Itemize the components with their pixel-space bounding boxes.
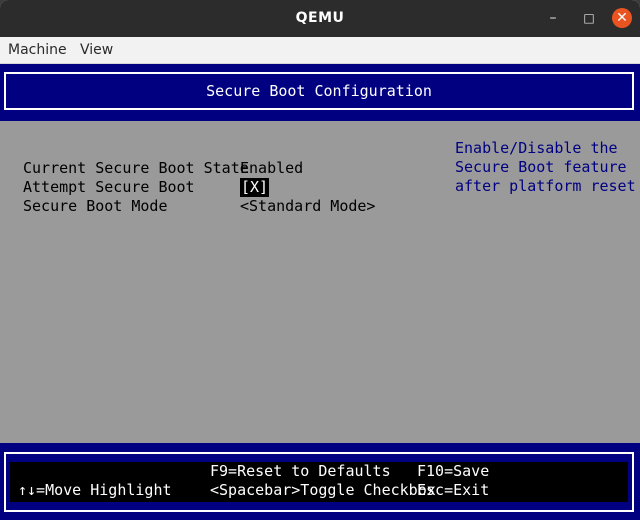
hint-save: F10=Save — [417, 462, 490, 480]
menu-machine[interactable]: Machine — [8, 37, 67, 63]
setting-label: Attempt Secure Boot — [23, 178, 195, 196]
menu-view[interactable]: View — [80, 37, 113, 63]
setting-label: Current Secure Boot State — [23, 159, 249, 177]
title-bar[interactable]: QEMU – □ ✕ — [0, 0, 640, 37]
hint-toggle-checkbox: <Spacebar>Toggle Checkbox — [210, 481, 436, 499]
setting-label: Secure Boot Mode — [23, 197, 168, 215]
setting-value: Enabled — [240, 159, 304, 177]
hint-reset-defaults: F9=Reset to Defaults — [210, 462, 391, 480]
secure-boot-mode-select[interactable]: <Standard Mode> — [240, 197, 375, 216]
help-line: after platform reset — [455, 177, 636, 195]
help-line: Secure Boot feature — [455, 158, 627, 176]
close-button[interactable]: ✕ — [612, 8, 632, 28]
footer-keys: F9=Reset to Defaults F10=Save ↑↓=Move Hi… — [10, 462, 628, 502]
qemu-window: QEMU – □ ✕ Machine View Secure Boot Conf… — [0, 0, 640, 520]
bios-header: Secure Boot Configuration — [4, 72, 634, 110]
maximize-button[interactable]: □ — [580, 9, 598, 27]
minimize-button[interactable]: – — [544, 9, 562, 27]
help-text: Enable/Disable the Secure Boot feature a… — [455, 139, 636, 196]
hint-exit: Esc=Exit — [417, 481, 490, 499]
bios-screen: Secure Boot Configuration Current Secure… — [0, 64, 640, 520]
menu-bar: Machine View — [0, 37, 640, 64]
page-title: Secure Boot Configuration — [206, 82, 432, 100]
attempt-secure-boot-checkbox[interactable]: [X] — [240, 178, 270, 197]
help-line: Enable/Disable the — [455, 139, 618, 157]
hint-move-highlight: ↑↓=Move Highlight — [18, 481, 172, 499]
bios-content: Current Secure Boot State Enabled Attemp… — [0, 121, 640, 443]
bios-footer: F9=Reset to Defaults F10=Save ↑↓=Move Hi… — [4, 452, 634, 512]
